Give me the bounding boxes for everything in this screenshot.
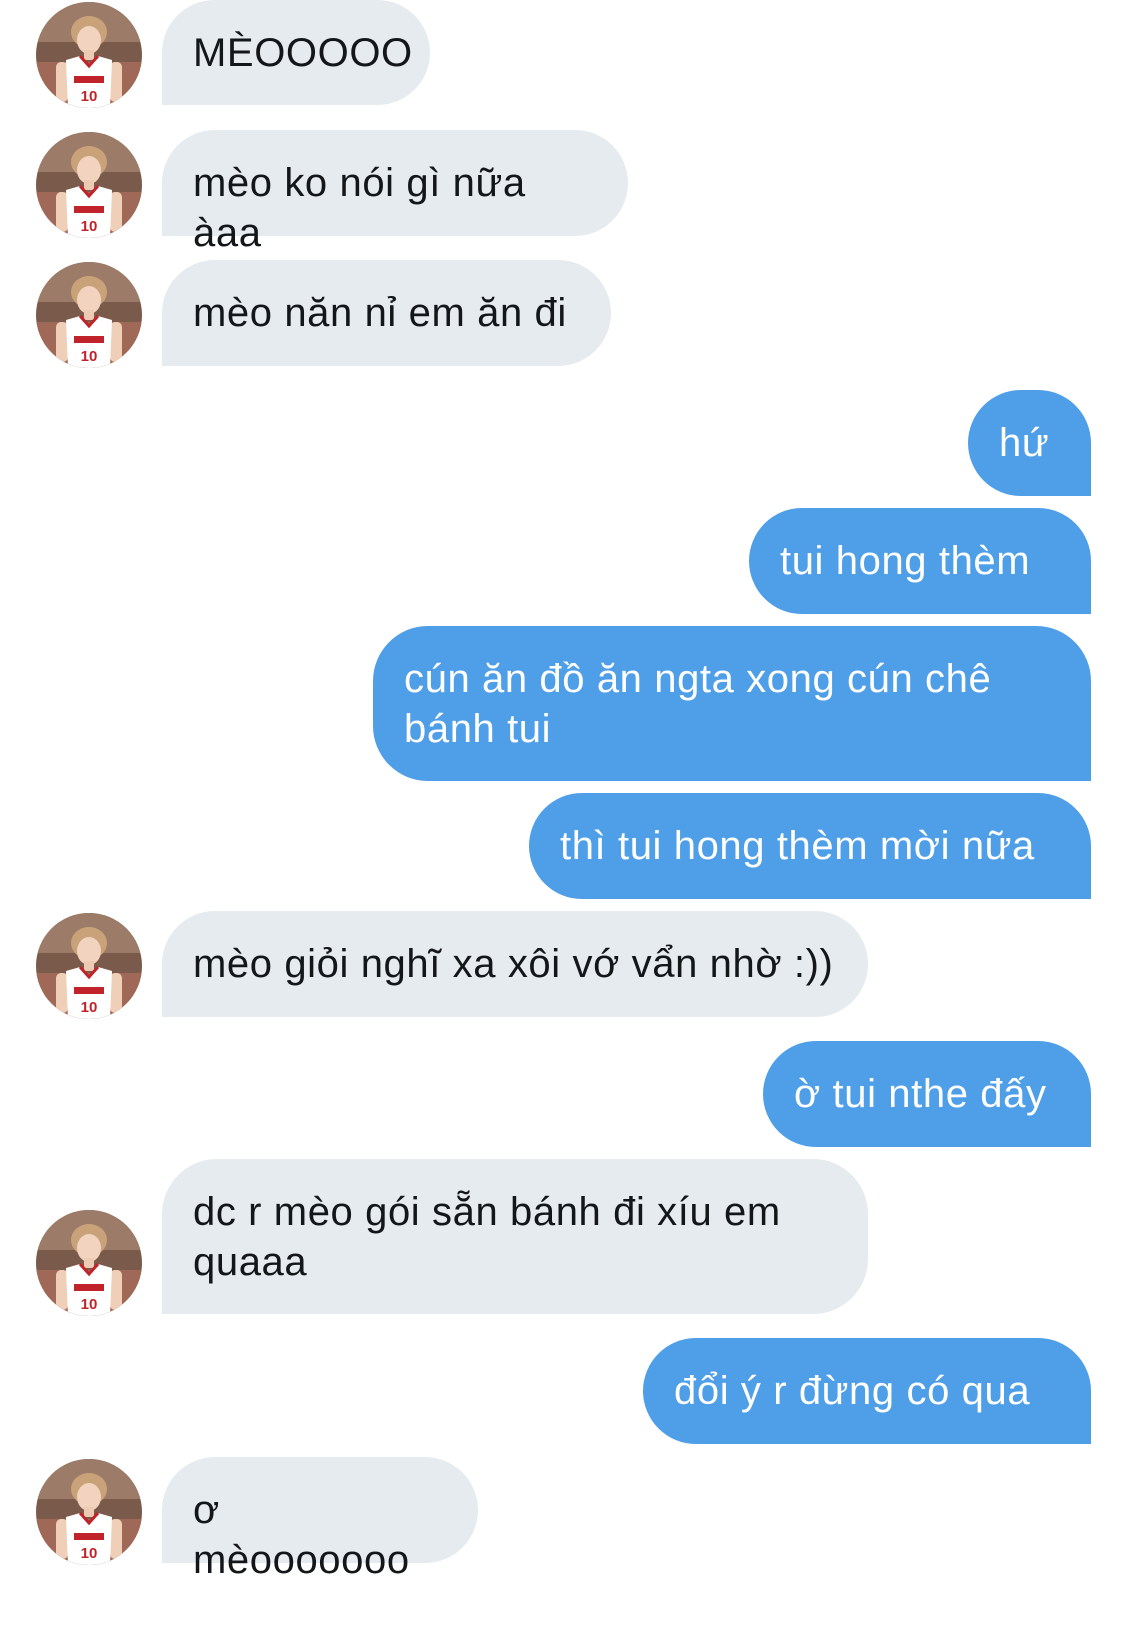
outgoing-message-bubble[interactable]: thì tui hong thèm mời nữa: [529, 793, 1091, 899]
incoming-message-bubble[interactable]: mèo năn nỉ em ăn đi: [162, 260, 611, 366]
incoming-message-bubble[interactable]: dc r mèo gói sẵn bánh đi xíu em quaaa: [162, 1159, 868, 1314]
incoming-message-bubble[interactable]: mèo giỏi nghĩ xa xôi vớ vẩn nhờ :)): [162, 911, 868, 1017]
incoming-message-bubble[interactable]: MÈOOOOO: [162, 0, 430, 105]
user-avatar-icon[interactable]: [36, 913, 142, 1019]
user-avatar-icon[interactable]: [36, 262, 142, 368]
user-avatar-icon[interactable]: [36, 2, 142, 108]
outgoing-message-bubble[interactable]: tui hong thèm: [749, 508, 1091, 614]
outgoing-message-bubble[interactable]: ờ tui nthe đấy: [763, 1041, 1091, 1147]
outgoing-message-bubble[interactable]: hứ: [968, 390, 1091, 496]
user-avatar-icon[interactable]: [36, 1459, 142, 1565]
user-avatar-icon[interactable]: [36, 1210, 142, 1316]
outgoing-message-bubble[interactable]: đổi ý r đừng có qua: [643, 1338, 1091, 1444]
user-avatar-icon[interactable]: [36, 132, 142, 238]
incoming-message-bubble[interactable]: ơ mèooooooo: [162, 1457, 478, 1582]
outgoing-message-bubble[interactable]: cún ăn đồ ăn ngta xong cún chê bánh tui: [373, 626, 1091, 781]
incoming-message-bubble[interactable]: mèo ko nói gì nữa àaa: [162, 130, 628, 255]
